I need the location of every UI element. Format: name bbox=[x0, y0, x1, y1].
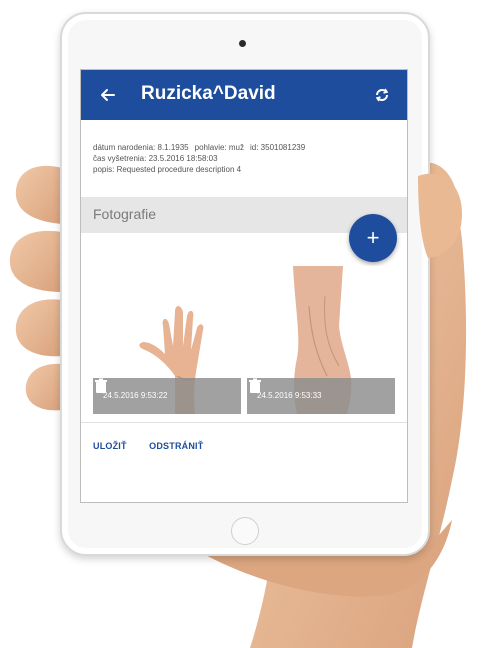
scene: Ruzicka^David dátum narodenia: 8.1.1935 p… bbox=[0, 0, 488, 648]
thumb-overlay bbox=[418, 173, 462, 258]
